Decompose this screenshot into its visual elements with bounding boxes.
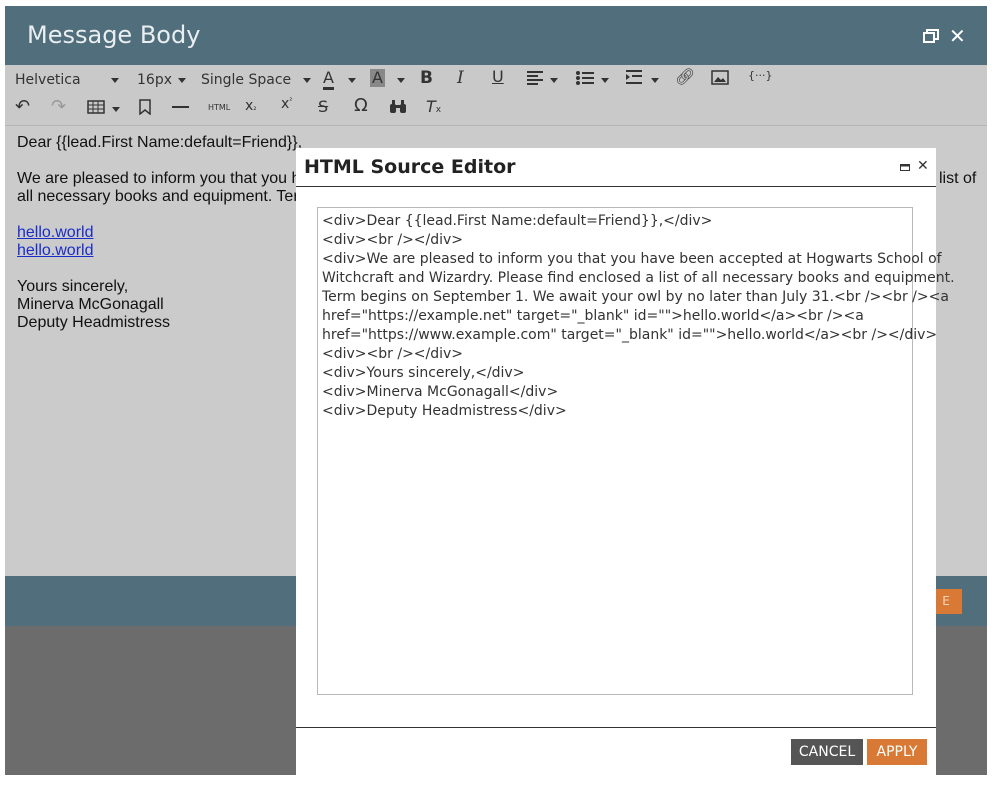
bold-icon[interactable]: B	[420, 68, 433, 88]
superscript-icon[interactable]: x²	[281, 96, 293, 112]
special-character-icon[interactable]: Ω	[354, 95, 368, 116]
font-family-select[interactable]: Helvetica	[15, 72, 119, 88]
redo-icon[interactable]: ↷	[51, 96, 66, 117]
content-line-body-2: all necessary books and equipment. Term	[17, 188, 312, 205]
dialog-title: Message Body	[27, 21, 201, 49]
subscript-icon[interactable]: x₂	[245, 98, 257, 114]
align-icon[interactable]	[527, 71, 547, 85]
source-line: href="https://example.net" target="_blan…	[322, 308, 864, 324]
source-line: <div><br /></div>	[322, 346, 464, 362]
close-icon[interactable]: ✕	[917, 158, 929, 174]
strikethrough-icon[interactable]: S	[318, 97, 328, 116]
source-line: <div>Minerva McGonagall</div>	[322, 384, 559, 400]
source-line: <div>We are pleased to inform you that y…	[322, 251, 942, 267]
divider	[296, 186, 936, 187]
editor-toolbar: Helvetica 16px Single Space A A B I U 🔗︎…	[5, 65, 987, 126]
content-link-1[interactable]: hello.world	[17, 224, 93, 242]
html-source-editor-title: HTML Source Editor	[304, 156, 516, 178]
source-line: <div>Dear {{lead.First Name:default=Frie…	[322, 213, 713, 229]
highlight-color-icon[interactable]: A	[370, 69, 385, 87]
content-line-role: Deputy Headmistress	[17, 314, 170, 331]
image-icon[interactable]	[711, 70, 729, 85]
apply-button[interactable]: APPLY	[867, 739, 927, 765]
restore-window-icon[interactable]	[923, 29, 939, 43]
font-color-icon[interactable]: A	[323, 69, 334, 90]
bulleted-list-icon[interactable]	[576, 70, 596, 86]
indent-icon[interactable]	[626, 70, 646, 86]
content-line-closing: Yours sincerely,	[17, 278, 129, 295]
clear-formatting-icon[interactable]: Tx	[426, 97, 441, 116]
link-icon[interactable]: 🔗︎	[675, 67, 695, 86]
source-line: Term begins on September 1. We await you…	[322, 289, 949, 305]
source-line: <div>Deputy Headmistress</div>	[322, 403, 567, 419]
line-spacing-select[interactable]: Single Space	[201, 72, 312, 88]
content-line-body-1: We are pleased to inform you that you h	[17, 170, 301, 187]
html-source-editor-dialog: HTML Source Editor ✕ <div>Dear {{lead.Fi…	[296, 148, 955, 775]
html-source-textarea[interactable]: <div>Dear {{lead.First Name:default=Frie…	[317, 207, 955, 695]
font-size-value: 16px	[137, 72, 172, 88]
bookmark-icon[interactable]	[139, 99, 151, 115]
content-line-body-1-end: list of	[939, 170, 977, 187]
font-size-select[interactable]: 16px	[137, 72, 186, 88]
font-family-value: Helvetica	[15, 72, 81, 88]
content-line-greeting: Dear {{lead.First Name:default=Friend}},	[17, 134, 303, 151]
divider	[296, 727, 936, 728]
source-line: <div>Yours sincerely,</div>	[322, 365, 525, 381]
source-line: <div><br /></div>	[322, 232, 464, 248]
message-body-title-bar: Message Body ✕	[5, 6, 987, 65]
html-source-icon[interactable]: HTML	[208, 103, 230, 112]
close-icon[interactable]: ✕	[949, 24, 966, 48]
undo-icon[interactable]: ↶	[15, 96, 30, 117]
source-line: Witchcraft and Wizardry. Please find enc…	[322, 270, 955, 286]
horizontal-rule-icon[interactable]	[172, 106, 189, 108]
source-line: href="https://www.example.com" target="_…	[322, 327, 938, 343]
content-line-name: Minerva McGonagall	[17, 296, 164, 313]
italic-icon[interactable]: I	[457, 68, 464, 88]
token-icon[interactable]: {···}	[748, 69, 773, 82]
content-link-2[interactable]: hello.world	[17, 242, 93, 260]
find-replace-icon[interactable]	[389, 99, 407, 114]
cancel-button[interactable]: CANCEL	[791, 739, 863, 765]
restore-window-icon[interactable]	[900, 163, 910, 171]
underline-icon[interactable]: U	[492, 67, 504, 86]
table-icon[interactable]	[87, 100, 105, 114]
line-spacing-value: Single Space	[201, 72, 292, 88]
